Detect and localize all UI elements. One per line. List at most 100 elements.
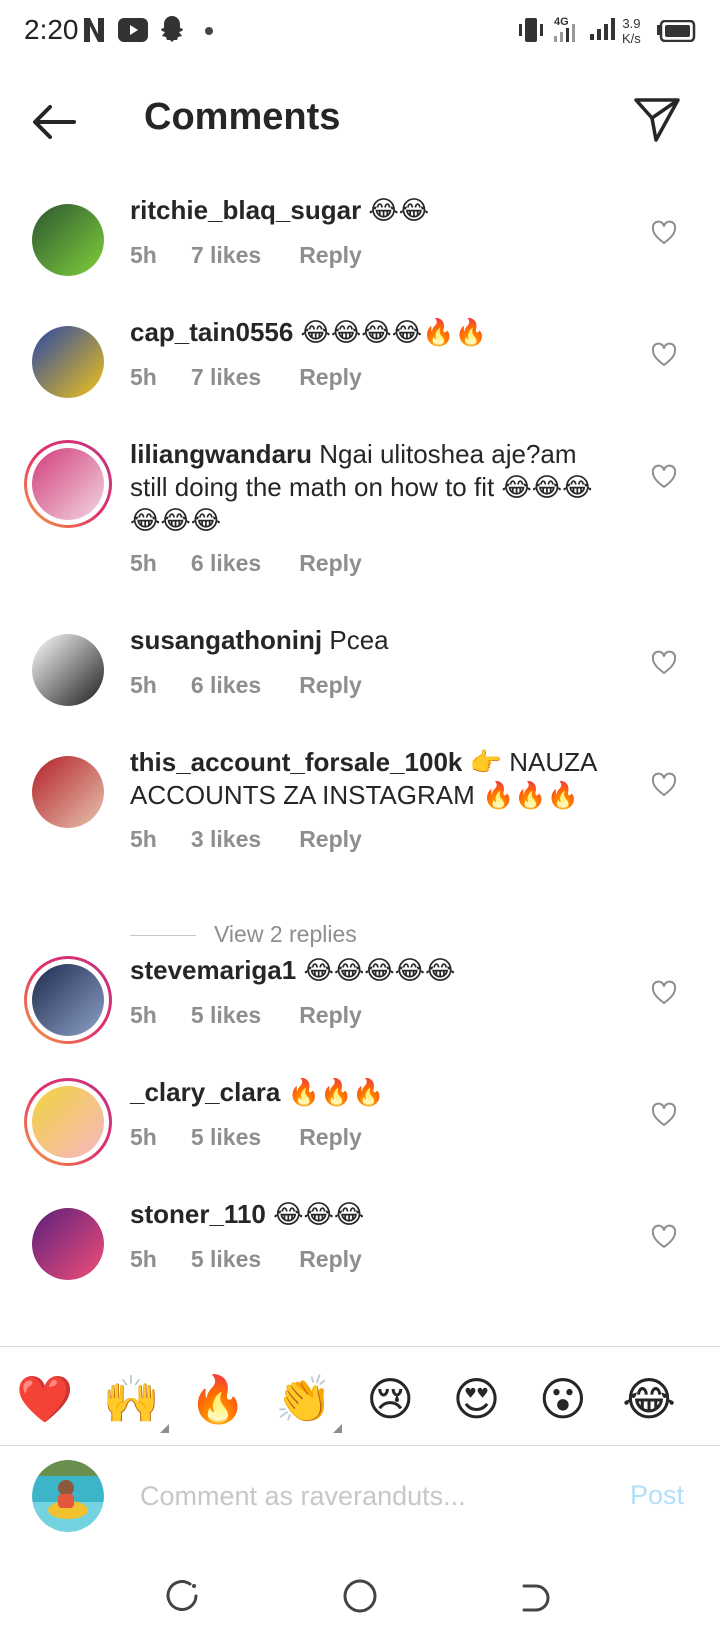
view-replies-button[interactable]: View 2 replies (130, 921, 357, 947)
recent-apps-icon[interactable] (162, 1576, 202, 1616)
commenter-avatar[interactable] (24, 626, 112, 714)
reply-button[interactable]: Reply (299, 1124, 362, 1151)
comment-likes-count[interactable]: 7 likes (191, 364, 261, 391)
comment-username[interactable]: ritchie_blaq_sugar (130, 195, 361, 225)
status-time: 2:20 (24, 14, 79, 45)
network-speed-value: 3.9 (622, 16, 641, 31)
commenter-avatar[interactable] (24, 196, 112, 284)
avatar-border (27, 959, 109, 1041)
comments-list[interactable]: ritchie_blaq_sugar 😂😂 5h 7 likes Reply cap_t… (0, 176, 720, 1346)
reply-button[interactable]: Reply (299, 672, 362, 699)
raising-hands-emoji-button[interactable]: 🙌 (101, 1371, 170, 1433)
comment-text: susangathoninj Pcea (130, 624, 620, 657)
like-heart-icon[interactable] (651, 342, 677, 368)
heart-eyes-emoji-button[interactable]: 😍 (447, 1371, 507, 1427)
reply-button[interactable]: Reply (299, 826, 362, 853)
post-button[interactable]: Post (630, 1480, 684, 1511)
commenter-avatar[interactable] (24, 748, 112, 836)
comment-username[interactable]: susangathoninj (130, 625, 322, 655)
heart-emoji-button[interactable]: ❤️ (15, 1371, 75, 1427)
commenter-avatar[interactable] (24, 440, 112, 528)
clapping-emoji-button[interactable]: 👏 (274, 1371, 342, 1433)
comment-body: 😂😂😂 (265, 1199, 365, 1229)
comment-meta: 5h 7 likes Reply (130, 364, 362, 391)
comment-time: 5h (130, 1246, 157, 1272)
comment-body: 😂😂😂😂🔥🔥 (293, 317, 487, 347)
svg-text:4G: 4G (554, 16, 569, 28)
comment-time: 5h (130, 672, 157, 698)
avatar-image (32, 1086, 104, 1158)
commenter-avatar[interactable] (24, 1200, 112, 1288)
share-direct-icon[interactable] (632, 94, 682, 144)
comment-text: stevemariga1 😂😂😂😂😂 (130, 954, 620, 987)
comment-meta: 5h 6 likes Reply (130, 672, 362, 699)
comment-text: stoner_110 😂😂😂 (130, 1198, 620, 1231)
avatar-border (27, 629, 109, 711)
reply-button[interactable]: Reply (299, 1002, 362, 1029)
avatar-image (32, 204, 104, 276)
comment-body: 🔥🔥🔥 (280, 1077, 385, 1107)
comment-likes-count[interactable]: 6 likes (191, 550, 261, 577)
avatar-image (32, 448, 104, 520)
comment-likes-count[interactable]: 5 likes (191, 1124, 261, 1151)
skin-tone-indicator (332, 1424, 342, 1433)
surprised-emoji-button[interactable]: 😮 (533, 1371, 593, 1427)
laughing-emoji: 😂 (622, 1373, 676, 1425)
comment-time: 5h (130, 1124, 157, 1150)
like-heart-icon[interactable] (651, 1102, 677, 1128)
comment-body: 😂😂 (361, 195, 430, 225)
reply-button[interactable]: Reply (299, 242, 362, 269)
emoji-quick-bar: ❤️ 🙌 🔥 👏 😢 😍 😮 😂 (0, 1346, 720, 1446)
comment-likes-count[interactable]: 5 likes (191, 1002, 261, 1029)
heart-eyes-emoji: 😍 (452, 1373, 501, 1425)
comment-meta: 5h 3 likes Reply (130, 826, 362, 853)
comment-likes-count[interactable]: 6 likes (191, 672, 261, 699)
crying-emoji: 😢 (366, 1373, 415, 1425)
comment-username[interactable]: cap_tain0556 (130, 317, 293, 347)
back-arrow-icon[interactable] (28, 96, 80, 148)
reply-button[interactable]: Reply (299, 550, 362, 577)
reply-button[interactable]: Reply (299, 1246, 362, 1273)
comment-username[interactable]: liliangwandaru (130, 439, 312, 469)
comment-meta: 5h 5 likes Reply (130, 1002, 362, 1029)
comment-username[interactable]: stoner_110 (130, 1199, 266, 1229)
commenter-avatar[interactable] (24, 318, 112, 406)
comment-time: 5h (130, 826, 157, 852)
avatar-border (27, 751, 109, 833)
mobile-data-4g-icon: 4G (554, 16, 575, 42)
skin-tone-indicator (160, 1424, 170, 1433)
comment-username[interactable]: this_account_forsale_100k (130, 747, 462, 777)
home-icon[interactable] (340, 1576, 380, 1616)
commenter-avatar[interactable] (24, 956, 112, 1044)
header: Comments (0, 66, 720, 176)
comment-likes-count[interactable]: 3 likes (191, 826, 261, 853)
fire-emoji-button[interactable]: 🔥 (188, 1371, 248, 1427)
laughing-emoji-button[interactable]: 😂 (619, 1371, 679, 1427)
like-heart-icon[interactable] (651, 980, 677, 1006)
like-heart-icon[interactable] (651, 650, 677, 676)
comment-body: 😂😂😂😂😂 (296, 955, 456, 985)
commenter-avatar[interactable] (24, 1078, 112, 1166)
like-heart-icon[interactable] (651, 1224, 677, 1250)
back-nav-icon[interactable] (516, 1576, 556, 1616)
comment-username[interactable]: _clary_clara (130, 1077, 280, 1107)
replies-divider (130, 935, 196, 937)
comment-meta: 5h 6 likes Reply (130, 550, 362, 577)
like-heart-icon[interactable] (651, 464, 677, 490)
comment-input[interactable] (140, 1476, 580, 1516)
like-heart-icon[interactable] (651, 772, 677, 798)
comment-text: ritchie_blaq_sugar 😂😂 (130, 194, 620, 227)
raising-hands-emoji: 🙌 (102, 1373, 160, 1425)
comment-meta: 5h 7 likes Reply (130, 242, 362, 269)
comment-username[interactable]: stevemariga1 (130, 955, 296, 985)
vibrate-icon (519, 18, 543, 42)
comment-likes-count[interactable]: 7 likes (191, 242, 261, 269)
avatar-image (32, 964, 104, 1036)
heart-emoji: ❤️ (16, 1373, 74, 1425)
comment-time: 5h (130, 550, 157, 576)
avatar-image (32, 326, 104, 398)
like-heart-icon[interactable] (651, 220, 677, 246)
comment-likes-count[interactable]: 5 likes (191, 1246, 261, 1273)
crying-emoji-button[interactable]: 😢 (360, 1371, 420, 1427)
reply-button[interactable]: Reply (299, 364, 362, 391)
